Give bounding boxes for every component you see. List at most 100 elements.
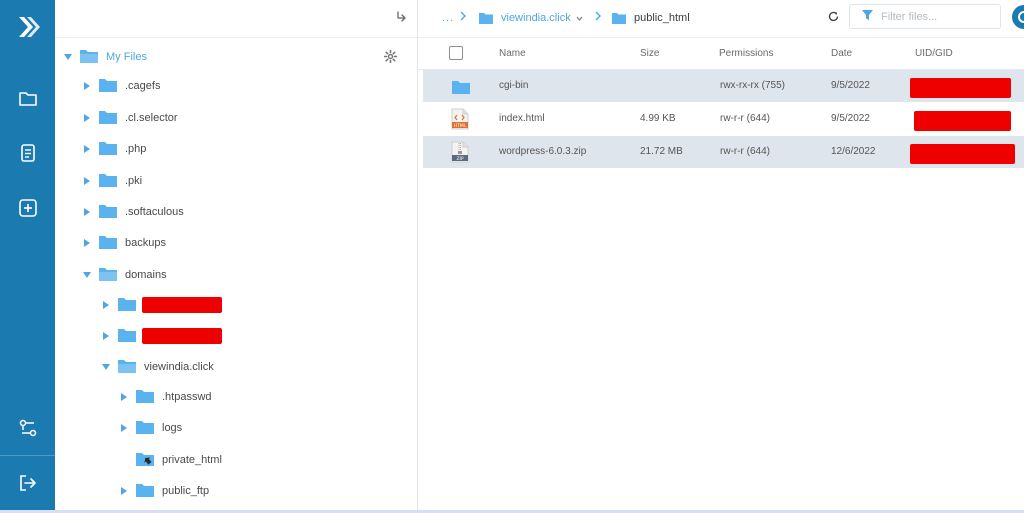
chevron-right-icon — [595, 11, 601, 24]
tree-item-domains[interactable]: domains — [82, 264, 167, 286]
tree-item-label: .cagefs — [125, 80, 161, 92]
caret-down-icon[interactable] — [63, 52, 73, 62]
plus-square-icon[interactable] — [0, 195, 55, 221]
zip-file-icon: ZIP — [451, 141, 469, 166]
tree-root-my-files[interactable]: My Files — [63, 46, 147, 68]
folder-icon — [117, 327, 137, 346]
refresh-icon[interactable] — [828, 11, 839, 25]
tree-item[interactable]: .softaculous — [82, 201, 184, 223]
tree-item[interactable]: backups — [82, 232, 166, 254]
tree-item-viewindia[interactable]: viewindia.click — [101, 356, 214, 378]
connections-icon[interactable] — [0, 415, 55, 441]
file-name[interactable]: wordpress-6.0.3.zip — [499, 146, 586, 157]
redaction-bar — [910, 144, 1015, 164]
tree-item[interactable]: .cl.selector — [82, 107, 178, 129]
caret-right-icon[interactable] — [119, 423, 129, 433]
folder-icon — [98, 203, 118, 222]
gear-icon[interactable] — [383, 49, 398, 66]
column-name[interactable]: Name — [499, 48, 526, 59]
return-arrow-icon[interactable] — [395, 11, 407, 26]
column-size[interactable]: Size — [640, 48, 659, 59]
redaction-bar — [142, 297, 222, 313]
table-row[interactable]: HTML index.html 4.99 KB rw-r-r (644) 9/5… — [423, 103, 1024, 135]
file-list-panel: ... viewindia.click public_html Name Siz… — [418, 0, 1024, 510]
folder-icon — [479, 12, 493, 24]
breadcrumb-current-label: public_html — [634, 12, 690, 24]
caret-right-icon[interactable] — [82, 176, 92, 186]
folder-icon — [612, 12, 626, 24]
tree-item-redacted[interactable] — [101, 325, 222, 347]
file-name[interactable]: index.html — [499, 113, 545, 124]
folder-icon — [451, 75, 471, 98]
folder-symlink-icon — [135, 451, 155, 470]
caret-right-icon[interactable] — [82, 207, 92, 217]
tree-item[interactable]: .htpasswd — [119, 386, 212, 408]
file-permissions[interactable]: rw-r-r (644) — [720, 146, 770, 157]
chevron-right-icon — [460, 11, 466, 24]
folder-open-icon — [117, 358, 137, 377]
caret-right-icon[interactable] — [82, 144, 92, 154]
breadcrumb-current[interactable]: public_html — [611, 9, 690, 27]
column-date[interactable]: Date — [831, 48, 852, 59]
tree-item[interactable]: public_ftp — [119, 480, 209, 502]
folder-icon — [98, 172, 118, 191]
file-permissions[interactable]: rwx-rx-rx (755) — [720, 80, 785, 91]
tree-toolbar — [55, 0, 417, 38]
tree-item[interactable]: logs — [119, 417, 182, 439]
tree-item-label: .softaculous — [125, 206, 184, 218]
folder-icon — [135, 388, 155, 407]
folder-open-icon — [98, 266, 118, 285]
folder-icon — [98, 140, 118, 159]
table-row[interactable]: ZIP wordpress-6.0.3.zip 21.72 MB rw-r-r … — [423, 136, 1024, 168]
folder-icon — [98, 234, 118, 253]
user-menu-button[interactable] — [1012, 5, 1024, 29]
breadcrumb-domain-label: viewindia.click — [501, 12, 571, 24]
logout-icon[interactable] — [0, 470, 55, 496]
breadcrumb: ... viewindia.click public_html — [418, 0, 1024, 38]
tree-item[interactable]: .cagefs — [82, 75, 160, 97]
breadcrumb-ellipsis[interactable]: ... — [442, 9, 454, 27]
column-uid-gid[interactable]: UID/GID — [915, 48, 953, 59]
caret-right-icon[interactable] — [82, 81, 92, 91]
column-permissions[interactable]: Permissions — [719, 48, 773, 59]
caret-right-icon[interactable] — [101, 331, 111, 341]
zip-icon-text: ZIP — [456, 156, 463, 162]
folder-icon — [98, 109, 118, 128]
file-name[interactable]: cgi-bin — [499, 80, 528, 91]
redaction-bar — [142, 328, 222, 344]
file-text-icon[interactable] — [0, 140, 55, 166]
folder-open-icon — [79, 48, 99, 67]
html-icon-text: HTML — [454, 123, 467, 129]
tree-item-label: .cl.selector — [125, 112, 178, 124]
breadcrumb-domain[interactable]: viewindia.click — [478, 9, 583, 27]
rail-divider — [0, 455, 55, 456]
caret-right-icon[interactable] — [119, 486, 129, 496]
tree-item[interactable]: .php — [82, 138, 146, 160]
caret-right-icon[interactable] — [82, 113, 92, 123]
file-table-header: Name Size Permissions Date UID/GID — [418, 38, 1024, 70]
filter-files-input[interactable] — [881, 10, 991, 23]
redaction-bar — [910, 78, 1011, 98]
table-row[interactable]: cgi-bin rwx-rx-rx (755) 9/5/2022 — [423, 70, 1024, 102]
caret-down-icon[interactable] — [101, 362, 111, 372]
caret-down-icon[interactable] — [82, 270, 92, 280]
tree-item-private-html[interactable]: private_html — [135, 449, 222, 471]
tree-item-label: .htpasswd — [162, 391, 212, 403]
tree-item-label: private_html — [162, 454, 222, 466]
file-date: 9/5/2022 — [831, 113, 870, 124]
folder-icon — [117, 296, 137, 315]
caret-right-icon[interactable] — [101, 300, 111, 310]
file-date: 9/5/2022 — [831, 80, 870, 91]
file-permissions[interactable]: rw-r-r (644) — [720, 113, 770, 124]
filter-files-field[interactable] — [849, 4, 1001, 29]
file-date: 12/6/2022 — [831, 146, 876, 157]
folder-icon[interactable] — [0, 86, 55, 112]
select-all-checkbox[interactable] — [449, 46, 463, 60]
folder-tree-panel: My Files .cagefs .cl.selector .php .pki … — [55, 0, 418, 510]
tree-item-redacted[interactable] — [101, 294, 222, 316]
chevron-down-icon[interactable] — [576, 16, 583, 21]
tree-item[interactable]: .pki — [82, 170, 142, 192]
caret-right-icon[interactable] — [82, 238, 92, 248]
logo-icon[interactable] — [0, 8, 55, 46]
caret-right-icon[interactable] — [119, 392, 129, 402]
